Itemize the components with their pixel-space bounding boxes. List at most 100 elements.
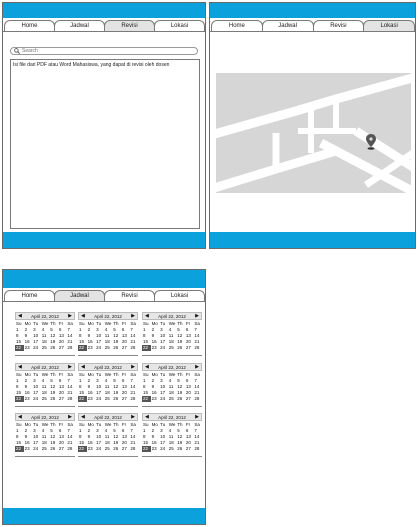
calendar-day[interactable]: 27 — [185, 345, 194, 351]
map-pin-icon[interactable] — [366, 134, 376, 150]
triangle-left-icon[interactable]: ◀ — [145, 364, 149, 370]
calendar-day[interactable]: 23 — [24, 446, 33, 452]
calendar-day[interactable]: 25 — [41, 345, 50, 351]
calendar-day[interactable]: 26 — [49, 396, 58, 402]
calendar-day[interactable]: 28 — [66, 345, 75, 351]
triangle-right-icon[interactable]: ▶ — [131, 414, 135, 420]
calendar-day[interactable]: 23 — [24, 345, 33, 351]
calendar-day[interactable]: 28 — [66, 446, 75, 452]
calendar-day[interactable]: 28 — [193, 345, 202, 351]
tab-jadwal[interactable]: Jadwal — [54, 20, 105, 31]
calendar-day[interactable]: 25 — [168, 345, 177, 351]
calendar-day[interactable]: 23 — [151, 446, 160, 452]
calendar-day[interactable]: 25 — [41, 396, 50, 402]
calendar-day[interactable]: 27 — [58, 396, 67, 402]
date-picker-calendar[interactable]: ◀ April 22, 2012 ▶ Su Mo Tu We Th Fr Sa 1 2 3 4 5 6 7 8 9 1… — [142, 413, 202, 457]
calendar-day[interactable]: 24 — [159, 345, 168, 351]
calendar-day[interactable]: 23 — [87, 446, 96, 452]
tab-revisi[interactable]: Revisi — [104, 20, 155, 31]
calendar-day[interactable]: 26 — [49, 446, 58, 452]
triangle-left-icon[interactable]: ◀ — [81, 414, 85, 420]
calendar-day[interactable]: 23 — [151, 345, 160, 351]
date-picker-calendar[interactable]: ◀ April 22, 2012 ▶ Su Mo Tu We Th Fr Sa 1 2 3 4 5 6 7 8 9 1… — [142, 312, 202, 356]
calendar-day[interactable]: 26 — [176, 396, 185, 402]
calendar-day[interactable]: 28 — [193, 446, 202, 452]
date-picker-calendar[interactable]: ◀ April 22, 2012 ▶ Su Mo Tu We Th Fr Sa 1 2 3 4 5 6 7 8 9 1… — [15, 413, 75, 457]
calendar-day[interactable]: 26 — [176, 446, 185, 452]
triangle-left-icon[interactable]: ◀ — [18, 364, 22, 370]
calendar-day-selected[interactable]: 22 — [78, 345, 87, 351]
calendar-day[interactable]: 25 — [168, 396, 177, 402]
tab-jadwal[interactable]: Jadwal — [54, 290, 105, 301]
tab-home[interactable]: Home — [211, 20, 263, 31]
map-view[interactable] — [216, 73, 411, 193]
calendar-day-selected[interactable]: 22 — [142, 345, 151, 351]
tab-revisi[interactable]: Revisi — [312, 20, 365, 31]
calendar-day[interactable]: 24 — [159, 396, 168, 402]
triangle-left-icon[interactable]: ◀ — [81, 364, 85, 370]
calendar-day[interactable]: 23 — [151, 396, 160, 402]
tab-lokasi[interactable]: Lokasi — [154, 20, 205, 31]
search-box[interactable] — [10, 47, 198, 55]
calendar-day[interactable]: 24 — [32, 446, 41, 452]
calendar-day[interactable]: 24 — [32, 396, 41, 402]
date-picker-calendar[interactable]: ◀ April 22, 2012 ▶ Su Mo Tu We Th Fr Sa 1 2 3 4 5 6 7 8 9 1… — [15, 363, 75, 407]
date-picker-calendar[interactable]: ◀ April 22, 2012 ▶ Su Mo Tu We Th Fr Sa 1 2 3 4 5 6 7 8 9 1… — [15, 312, 75, 356]
calendar-day-selected[interactable]: 22 — [78, 446, 87, 452]
calendar-day[interactable]: 26 — [176, 345, 185, 351]
tab-jadwal[interactable]: Jadwal — [261, 20, 314, 31]
calendar-day[interactable]: 28 — [129, 446, 138, 452]
calendar-day[interactable]: 23 — [87, 345, 96, 351]
triangle-left-icon[interactable]: ◀ — [81, 313, 85, 319]
date-picker-calendar[interactable]: ◀ April 22, 2012 ▶ Su Mo Tu We Th Fr Sa 1 2 3 4 5 6 7 8 9 1… — [78, 363, 138, 407]
calendar-day[interactable]: 28 — [129, 345, 138, 351]
calendar-day[interactable]: 27 — [185, 446, 194, 452]
calendar-day[interactable]: 27 — [58, 345, 67, 351]
triangle-left-icon[interactable]: ◀ — [145, 313, 149, 319]
date-picker-calendar[interactable]: ◀ April 22, 2012 ▶ Su Mo Tu We Th Fr Sa 1 2 3 4 5 6 7 8 9 1… — [78, 312, 138, 356]
triangle-right-icon[interactable]: ▶ — [195, 364, 199, 370]
calendar-day[interactable]: 24 — [95, 345, 104, 351]
calendar-day-selected[interactable]: 22 — [15, 345, 24, 351]
tab-home[interactable]: Home — [4, 20, 55, 31]
calendar-day[interactable]: 24 — [32, 345, 41, 351]
calendar-day[interactable]: 23 — [24, 396, 33, 402]
calendar-day[interactable]: 27 — [121, 345, 130, 351]
calendar-day-selected[interactable]: 22 — [78, 396, 87, 402]
calendar-day[interactable]: 26 — [49, 345, 58, 351]
calendar-day[interactable]: 24 — [95, 396, 104, 402]
tab-home[interactable]: Home — [4, 290, 55, 301]
calendar-day[interactable]: 24 — [95, 446, 104, 452]
triangle-right-icon[interactable]: ▶ — [68, 414, 72, 420]
triangle-right-icon[interactable]: ▶ — [131, 313, 135, 319]
triangle-left-icon[interactable]: ◀ — [18, 414, 22, 420]
calendar-day[interactable]: 25 — [104, 396, 113, 402]
triangle-left-icon[interactable]: ◀ — [18, 313, 22, 319]
calendar-day[interactable]: 25 — [104, 446, 113, 452]
triangle-left-icon[interactable]: ◀ — [145, 414, 149, 420]
tab-lokasi[interactable]: Lokasi — [154, 290, 205, 301]
calendar-day[interactable]: 25 — [104, 345, 113, 351]
tab-revisi[interactable]: Revisi — [104, 290, 155, 301]
calendar-day-selected[interactable]: 22 — [142, 446, 151, 452]
calendar-day[interactable]: 26 — [112, 345, 121, 351]
triangle-right-icon[interactable]: ▶ — [68, 364, 72, 370]
tab-lokasi[interactable]: Lokasi — [363, 20, 415, 31]
calendar-day[interactable]: 28 — [193, 396, 202, 402]
search-input[interactable] — [20, 48, 192, 54]
triangle-right-icon[interactable]: ▶ — [195, 313, 199, 319]
calendar-day[interactable]: 28 — [66, 396, 75, 402]
calendar-day[interactable]: 26 — [112, 446, 121, 452]
date-picker-calendar[interactable]: ◀ April 22, 2012 ▶ Su Mo Tu We Th Fr Sa 1 2 3 4 5 6 7 8 9 1… — [78, 413, 138, 457]
calendar-day[interactable]: 27 — [58, 446, 67, 452]
triangle-right-icon[interactable]: ▶ — [195, 414, 199, 420]
calendar-day-selected[interactable]: 22 — [142, 396, 151, 402]
date-picker-calendar[interactable]: ◀ April 22, 2012 ▶ Su Mo Tu We Th Fr Sa 1 2 3 4 5 6 7 8 9 1… — [142, 363, 202, 407]
revision-text-area[interactable]: Isi file dari PDF atau Word Mahasiswa, y… — [10, 59, 200, 229]
calendar-day[interactable]: 28 — [129, 396, 138, 402]
calendar-day[interactable]: 27 — [121, 446, 130, 452]
calendar-day[interactable]: 27 — [121, 396, 130, 402]
calendar-day[interactable]: 26 — [112, 396, 121, 402]
calendar-day[interactable]: 25 — [41, 446, 50, 452]
calendar-day[interactable]: 27 — [185, 396, 194, 402]
